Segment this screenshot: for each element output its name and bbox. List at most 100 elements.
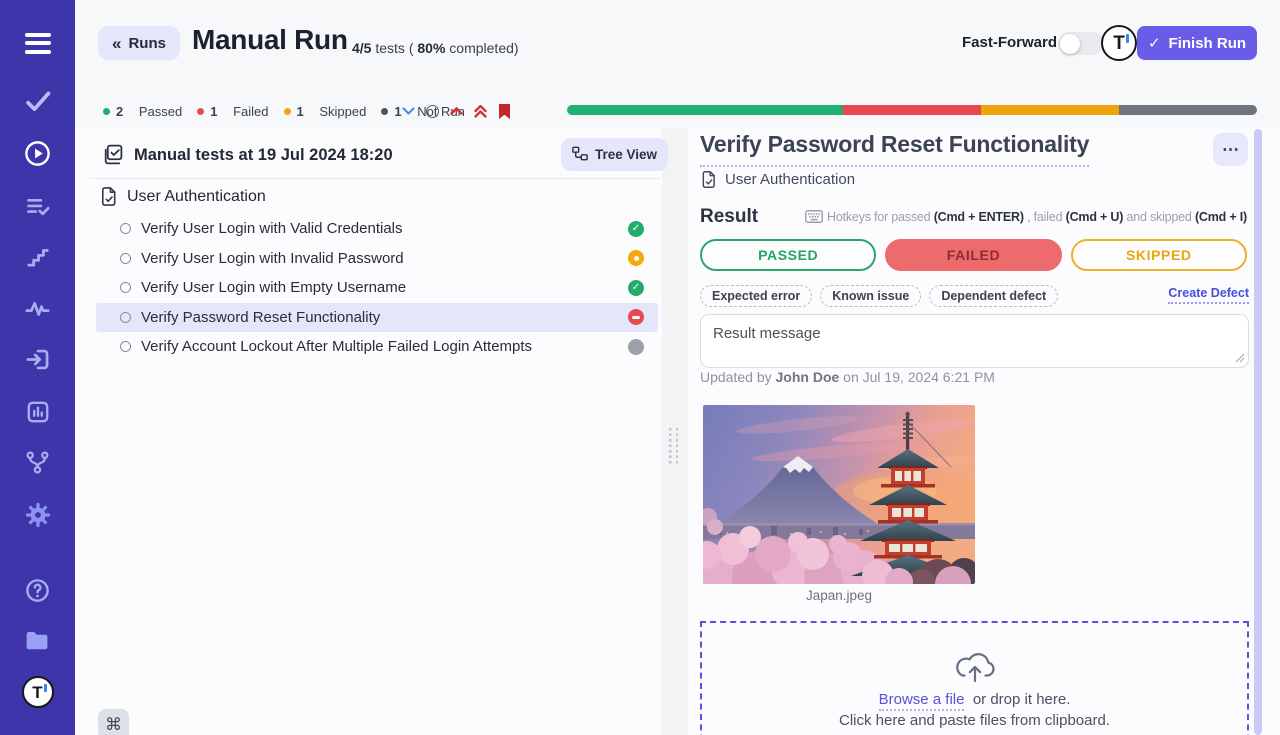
status-badge — [628, 339, 644, 355]
result-section-title: Result — [700, 206, 758, 228]
radio-icon — [120, 282, 131, 293]
suite-user-authentication[interactable]: User Authentication — [99, 186, 266, 207]
create-defect-link[interactable]: Create Defect — [1168, 286, 1249, 304]
bookmark-icon[interactable] — [498, 103, 511, 120]
result-message-input[interactable] — [700, 314, 1249, 368]
panel-splitter[interactable] — [662, 128, 688, 735]
run-progress-bar — [567, 105, 1257, 115]
files-icon[interactable] — [21, 624, 55, 656]
test-detail-title[interactable]: Verify Password Reset Functionality — [700, 131, 1089, 167]
splitter-grip-icon — [669, 428, 678, 464]
japan-photo — [703, 405, 975, 584]
vertical-scrollbar[interactable] — [1254, 129, 1262, 735]
hotkeys-shortcut-button[interactable]: ⌘ — [98, 709, 129, 735]
updated-by-line: Updated by John Doe on Jul 19, 2024 6:21… — [700, 369, 995, 385]
legend-item-skipped: 1 Skipped — [284, 104, 367, 119]
test-row[interactable]: Verify User Login with Valid Credentials — [96, 214, 658, 244]
hotkeys-hint: Hotkeys for passed (Cmd + ENTER) , faile… — [755, 210, 1247, 226]
ellipsis-icon: ⋯ — [1222, 140, 1239, 159]
tag-dependent-defect[interactable]: Dependent defect — [929, 285, 1058, 307]
back-to-runs-button[interactable]: « Runs — [98, 26, 180, 60]
back-to-runs-label: Runs — [128, 35, 166, 52]
result-buttons: PASSED FAILED SKIPPED — [700, 239, 1247, 271]
progress-segment-notrun — [1119, 105, 1257, 115]
status-badge — [628, 221, 644, 237]
progress-segment-skipped — [981, 105, 1119, 115]
checklist-icon — [101, 143, 124, 171]
pulse-icon[interactable] — [21, 293, 55, 325]
result-message-wrapper — [700, 314, 1249, 368]
tag-known-issue[interactable]: Known issue — [820, 285, 921, 307]
attachment-filename: Japan.jpeg — [703, 588, 975, 603]
status-badge — [628, 280, 644, 296]
steps-icon[interactable] — [21, 241, 55, 273]
status-badge — [628, 309, 644, 325]
double-chevron-left-icon: « — [112, 35, 121, 52]
legend-item-passed: 2 Passed — [103, 104, 182, 119]
file-dropzone[interactable]: Browse a file or drop it here. Click her… — [700, 621, 1249, 735]
settings-gear-icon[interactable] — [21, 499, 55, 531]
failed-dot-icon — [197, 108, 204, 115]
dropzone-line2: Click here and paste files from clipboar… — [839, 712, 1110, 729]
branches-icon[interactable] — [21, 446, 55, 478]
legend-item-failed: 1 Failed — [197, 104, 268, 119]
dropzone-line1: Browse a file or drop it here. — [879, 691, 1071, 708]
failed-button[interactable]: FAILED — [885, 239, 1061, 271]
test-row[interactable]: Verify User Login with Empty Username — [96, 273, 658, 303]
resize-handle-icon[interactable] — [1235, 353, 1245, 363]
attachment-thumbnail[interactable] — [703, 405, 975, 584]
cloud-upload-icon — [952, 649, 998, 685]
help-icon[interactable] — [21, 574, 55, 606]
app-window: T « Runs Manual Run 4/5 tests ( 80% comp… — [0, 0, 1280, 735]
critical-priority-icon[interactable] — [474, 105, 487, 118]
passed-dot-icon — [103, 108, 110, 115]
import-icon[interactable] — [21, 343, 55, 375]
runs-play-icon[interactable] — [21, 137, 55, 169]
tests-check-icon[interactable] — [21, 85, 55, 117]
test-row[interactable]: Verify Account Lockout After Multiple Fa… — [96, 332, 658, 362]
document-check-icon — [700, 170, 717, 189]
brand-logo-header[interactable]: T — [1101, 25, 1137, 61]
run-progress-summary: 4/5 tests ( 80% completed) — [352, 40, 519, 56]
detail-suite-breadcrumb[interactable]: User Authentication — [700, 170, 855, 189]
status-badge — [628, 250, 644, 266]
progress-segment-failed — [843, 105, 981, 115]
test-row[interactable]: Verify User Login with Invalid Password — [96, 244, 658, 274]
tag-expected-error[interactable]: Expected error — [700, 285, 812, 307]
test-row-selected[interactable]: Verify Password Reset Functionality — [96, 303, 658, 333]
sidebar: T — [0, 0, 75, 735]
skipped-button[interactable]: SKIPPED — [1071, 239, 1247, 271]
check-icon: ✓ — [1148, 34, 1161, 52]
divider — [90, 178, 660, 179]
analytics-icon[interactable] — [21, 396, 55, 428]
priority-filters — [402, 102, 511, 120]
test-list: Verify User Login with Valid Credentials… — [96, 214, 658, 362]
radio-icon — [120, 223, 131, 234]
notrun-dot-icon — [381, 108, 388, 115]
run-session-title: Manual tests at 19 Jul 2024 18:20 — [134, 146, 393, 165]
toggle-knob — [1060, 34, 1080, 54]
tree-view-button[interactable]: Tree View — [561, 138, 668, 171]
browse-file-link[interactable]: Browse a file — [879, 691, 965, 711]
more-options-button[interactable]: ⋯ — [1213, 133, 1248, 166]
quick-tags: Expected error Known issue Dependent def… — [700, 285, 1058, 307]
tree-view-icon — [572, 146, 588, 164]
high-priority-icon[interactable] — [450, 107, 463, 115]
chevron-down-icon[interactable] — [402, 107, 415, 115]
progress-segment-passed — [567, 105, 843, 115]
test-plans-icon[interactable] — [21, 190, 55, 222]
brand-logo[interactable]: T — [21, 676, 55, 708]
radio-icon — [120, 253, 131, 264]
radio-icon — [120, 312, 131, 323]
command-icon: ⌘ — [105, 715, 122, 735]
document-check-icon — [99, 186, 118, 207]
radio-icon — [120, 341, 131, 352]
fast-forward-label: Fast-Forward — [962, 34, 1057, 51]
keyboard-icon — [805, 210, 823, 226]
menu-icon[interactable] — [21, 27, 55, 59]
passed-button[interactable]: PASSED — [700, 239, 876, 271]
fast-forward-toggle[interactable] — [1058, 32, 1104, 55]
page-title: Manual Run — [192, 24, 348, 56]
normal-priority-icon[interactable] — [426, 105, 439, 118]
finish-run-button[interactable]: ✓ Finish Run — [1137, 26, 1257, 60]
